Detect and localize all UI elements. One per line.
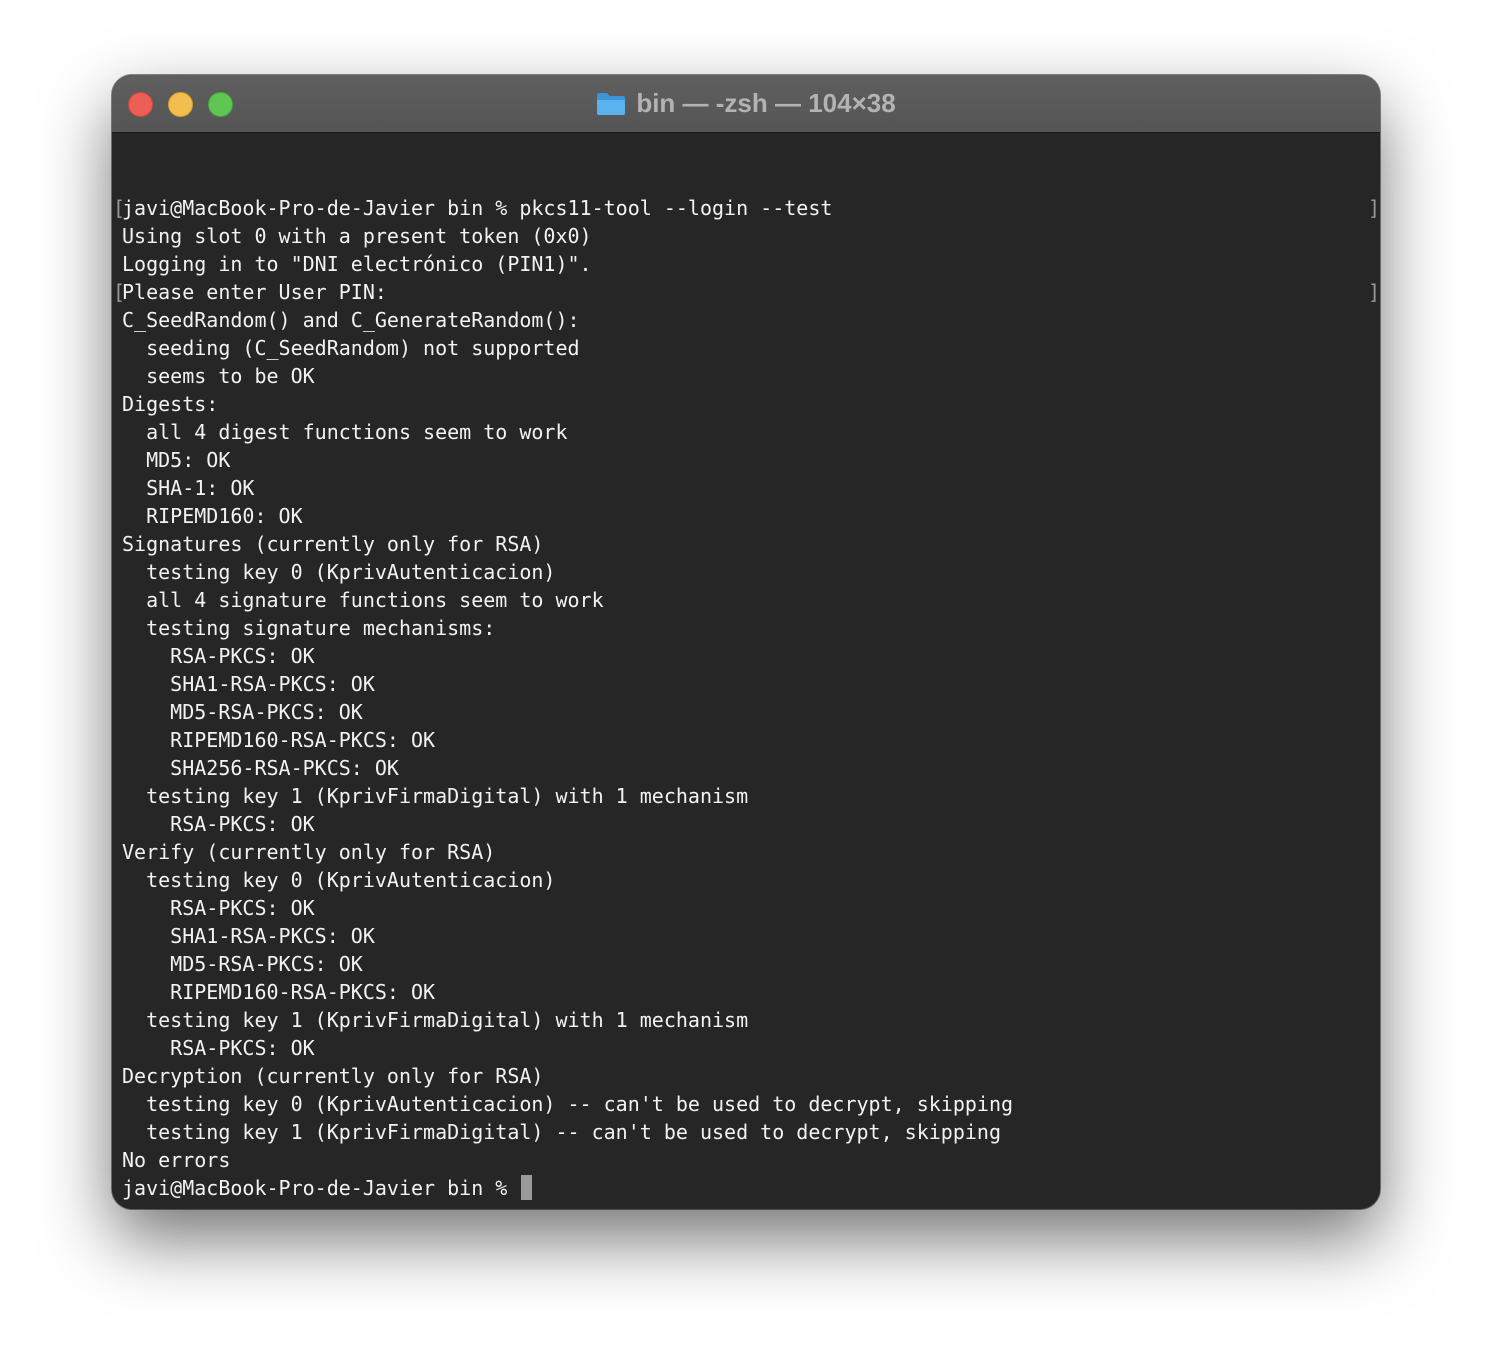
terminal-line: SHA1-RSA-PKCS: OK bbox=[122, 924, 375, 948]
terminal-line: RSA-PKCS: OK bbox=[122, 644, 315, 668]
terminal-window: bin — -zsh — 104×38 [ ] [ ] javi@MacBook… bbox=[112, 75, 1380, 1209]
terminal-line: MD5-RSA-PKCS: OK bbox=[122, 952, 363, 976]
terminal-line: testing key 0 (KprivAutenticacion) -- ca… bbox=[122, 1092, 1014, 1116]
terminal-line: C_SeedRandom() and C_GenerateRandom(): bbox=[122, 308, 580, 332]
terminal-line: Verify (currently only for RSA) bbox=[122, 840, 496, 864]
terminal-line: testing key 1 (KprivFirmaDigital) with 1… bbox=[122, 1008, 749, 1032]
terminal-line: all 4 digest functions seem to work bbox=[122, 420, 568, 444]
terminal-line: testing signature mechanisms: bbox=[122, 616, 496, 640]
terminal-line: javi@MacBook-Pro-de-Javier bin % pkcs11-… bbox=[122, 196, 833, 220]
terminal-line: SHA256-RSA-PKCS: OK bbox=[122, 756, 399, 780]
terminal-output[interactable]: [ ] [ ] javi@MacBook-Pro-de-Javier bin %… bbox=[112, 133, 1380, 1209]
terminal-line: seems to be OK bbox=[122, 364, 315, 388]
terminal-line: RSA-PKCS: OK bbox=[122, 812, 315, 836]
terminal-line: Please enter User PIN: bbox=[122, 280, 387, 304]
window-title: bin — -zsh — 104×38 bbox=[112, 75, 1380, 132]
terminal-line: testing key 0 (KprivAutenticacion) bbox=[122, 868, 556, 892]
terminal-line: Logging in to "DNI electrónico (PIN1)". bbox=[122, 252, 592, 276]
terminal-line: Using slot 0 with a present token (0x0) bbox=[122, 224, 592, 248]
terminal-line: RIPEMD160-RSA-PKCS: OK bbox=[122, 728, 436, 752]
terminal-line: SHA1-RSA-PKCS: OK bbox=[122, 672, 375, 696]
terminal-line: RIPEMD160-RSA-PKCS: OK bbox=[122, 980, 436, 1004]
terminal-line: RSA-PKCS: OK bbox=[122, 1036, 315, 1060]
terminal-line: all 4 signature functions seem to work bbox=[122, 588, 604, 612]
prompt-line[interactable]: javi@MacBook-Pro-de-Javier bin % bbox=[122, 1174, 1013, 1202]
terminal-line: testing key 0 (KprivAutenticacion) bbox=[122, 560, 556, 584]
window-title-text: bin — -zsh — 104×38 bbox=[636, 88, 896, 118]
terminal-line: Digests: bbox=[122, 392, 219, 416]
terminal-line: Decryption (currently only for RSA) bbox=[122, 1064, 544, 1088]
title-bar[interactable]: bin — -zsh — 104×38 bbox=[112, 75, 1380, 133]
shell-prompt: javi@MacBook-Pro-de-Javier bin % bbox=[122, 1176, 520, 1200]
mark-bracket-close: ] bbox=[1368, 196, 1380, 220]
terminal-lines: javi@MacBook-Pro-de-Javier bin % pkcs11-… bbox=[122, 194, 1013, 1202]
terminal-line: testing key 1 (KprivFirmaDigital) with 1… bbox=[122, 784, 749, 808]
terminal-line: RIPEMD160: OK bbox=[122, 504, 303, 528]
folder-icon bbox=[597, 92, 626, 115]
terminal-line: MD5-RSA-PKCS: OK bbox=[122, 700, 363, 724]
terminal-line: seeding (C_SeedRandom) not supported bbox=[122, 336, 580, 360]
terminal-line: MD5: OK bbox=[122, 448, 231, 472]
terminal-line: SHA-1: OK bbox=[122, 476, 255, 500]
mark-bracket-close: ] bbox=[1368, 280, 1380, 304]
terminal-line: Signatures (currently only for RSA) bbox=[122, 532, 544, 556]
text-cursor bbox=[521, 1175, 533, 1200]
terminal-line: testing key 1 (KprivFirmaDigital) -- can… bbox=[122, 1120, 1001, 1144]
terminal-line: No errors bbox=[122, 1148, 231, 1172]
terminal-line: RSA-PKCS: OK bbox=[122, 896, 315, 920]
